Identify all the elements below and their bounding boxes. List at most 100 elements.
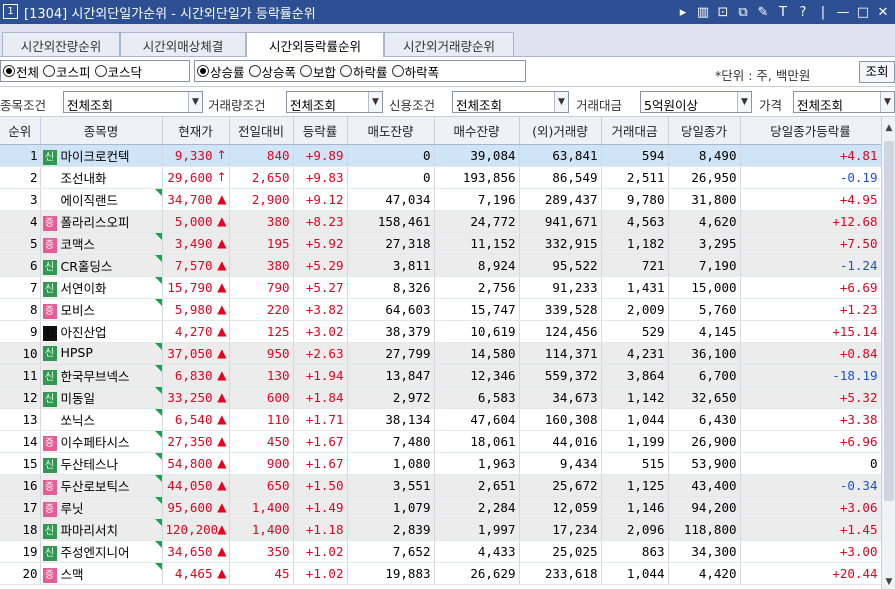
radio-dot <box>391 65 404 77</box>
query-button[interactable]: 조회 <box>859 61 895 83</box>
table-row[interactable]: 11 신 한국무브넥스 6,830 ▲ 130 +1.94 13,847 12,346 559,3… <box>0 364 882 387</box>
table-row[interactable]: 2 조선내화 29,600 ↑ 2,650 +9.83 0 193,856 86,549 2,51… <box>0 166 882 189</box>
minimize-icon[interactable]: — <box>835 5 851 20</box>
vertical-scrollbar[interactable]: ▲ ▼ <box>881 117 895 589</box>
help-icon[interactable]: ? <box>795 5 811 20</box>
column-header[interactable]: 매도잔량 <box>347 117 435 145</box>
stock-name-cell[interactable]: 에이직랜드 <box>40 188 163 211</box>
scroll-down-icon[interactable]: ▼ <box>883 577 895 587</box>
stock-name-cell[interactable]: 증 루닛 <box>40 496 163 519</box>
chevron-down-icon[interactable]: ▼ <box>737 92 751 112</box>
column-header[interactable]: 매수잔량 <box>434 117 520 145</box>
scroll-thumb[interactable] <box>884 141 894 501</box>
amount-condition-select[interactable]: 5억원이상 ▼ <box>640 91 752 113</box>
screen-icon[interactable]: ▥ <box>695 5 711 20</box>
stock-name-cell[interactable]: 신 두산테스나 <box>40 452 163 475</box>
column-header[interactable]: 당일종가 <box>668 117 741 145</box>
table-row[interactable]: 8 증 모비스 5,980 ▲ 220 +3.82 64,603 15,747 339,528 2,… <box>0 298 882 321</box>
volume-condition-select[interactable]: 전체조회 ▼ <box>286 91 383 113</box>
credit-badge: 신 <box>42 346 57 361</box>
link-window-icon[interactable]: ⊡ <box>715 5 731 20</box>
stock-name-cell[interactable]: 신 주성엔지니어 <box>40 540 163 563</box>
chevron-down-icon[interactable]: ▼ <box>188 92 202 112</box>
stock-name-cell[interactable]: 신 미동일 <box>40 386 163 409</box>
radio-kosdaq[interactable]: 코스닥 <box>94 62 142 81</box>
stock-name-cell[interactable]: 신 HPSP <box>40 342 163 365</box>
tab-aftermarket-volume-rank[interactable]: 시간외거래량순위 <box>384 32 514 56</box>
table-row[interactable]: 17 증 루닛 95,600 ▲ 1,400 +1.49 1,079 2,284 12,059 1,… <box>0 496 882 519</box>
chevron-down-icon[interactable]: ▼ <box>554 92 568 112</box>
column-header[interactable]: 거래대금 <box>601 117 669 145</box>
column-header[interactable]: 순위 <box>0 117 41 145</box>
maximize-icon[interactable]: □ <box>855 5 871 20</box>
chevron-down-icon[interactable]: ▼ <box>880 92 894 112</box>
radio-fall-amount[interactable]: 하락폭 <box>391 62 439 81</box>
tab-aftermarket-remaining[interactable]: 시간외잔량순위 <box>2 32 120 56</box>
rate-cell: +1.71 <box>293 408 348 431</box>
table-row[interactable]: 13 쏘닉스 6,540 ▲ 110 +1.71 38,134 47,604 160,308 1,… <box>0 408 882 431</box>
amount-cell: 594 <box>601 144 669 167</box>
column-header[interactable]: 등락률 <box>293 117 348 145</box>
current-price: 7,570 <box>174 257 213 273</box>
table-row[interactable]: 7 신 서연이화 15,790 ▲ 790 +5.27 8,326 2,756 91,233 1,4… <box>0 276 882 299</box>
column-header[interactable]: 전일대비 <box>229 117 294 145</box>
table-row[interactable]: 19 신 주성엔지니어 34,650 ▲ 350 +1.02 7,652 4,433 25,025… <box>0 540 882 563</box>
stock-name-cell[interactable]: 증 두산로보틱스 <box>40 474 163 497</box>
stock-name-cell[interactable]: 증 코맥스 <box>40 232 163 255</box>
scroll-up-icon[interactable]: ▲ <box>883 123 895 133</box>
stock-name-cell[interactable]: 조선내화 <box>40 166 163 189</box>
stock-name-cell[interactable]: 증 폴라리스오피 <box>40 210 163 233</box>
stock-name-cell[interactable]: 신 파마리서치 <box>40 518 163 541</box>
copy-window-icon[interactable]: ⧉ <box>735 5 751 20</box>
radio-kospi[interactable]: 코스피 <box>43 62 91 81</box>
column-header[interactable]: 현재가 <box>162 117 230 145</box>
settings-icon[interactable]: ✎ <box>755 5 771 20</box>
current-price-cell: 15,790 ▲ <box>162 276 230 299</box>
radio-dot <box>43 65 56 77</box>
font-size-icon[interactable]: T <box>775 5 791 20</box>
item-condition-select[interactable]: 전체조회 ▼ <box>63 91 203 113</box>
table-row[interactable]: 20 증 스맥 4,465 ▲ 45 +1.02 19,883 26,629 233,618 1,0… <box>0 562 882 585</box>
close-icon[interactable]: ✕ <box>875 5 891 20</box>
stock-name-cell[interactable]: 신 한국무브넥스 <box>40 364 163 387</box>
stock-name: 스맥 <box>60 566 84 582</box>
price-condition-select[interactable]: 전체조회 ▼ <box>793 91 895 113</box>
tab-aftermarket-rate-rank[interactable]: 시간외등락률순위 <box>246 32 384 57</box>
chevron-down-icon[interactable]: ▼ <box>368 92 382 112</box>
table-row[interactable]: 10 신 HPSP 37,050 ▲ 950 +2.63 27,799 14,580 114,37… <box>0 342 882 365</box>
table-row[interactable]: 9 신 아진산업 4,270 ▲ 125 +3.02 38,379 10,619 124,456 5… <box>0 320 882 343</box>
table-row[interactable]: 3 에이직랜드 34,700 ▲ 2,900 +9.12 47,034 7,196 289,43… <box>0 188 882 211</box>
table-row[interactable]: 4 증 폴라리스오피 5,000 ▲ 380 +8.23 158,461 24,772 941,6… <box>0 210 882 233</box>
table-row[interactable]: 15 신 두산테스나 54,800 ▲ 900 +1.67 1,080 1,963 9,434 51… <box>0 452 882 475</box>
stock-name-cell[interactable]: 증 스맥 <box>40 562 163 585</box>
table-row[interactable]: 5 증 코맥스 3,490 ▲ 195 +5.92 27,318 11,152 332,915 1,… <box>0 232 882 255</box>
stock-name-cell[interactable]: 신 아진산업 <box>40 320 163 343</box>
table-row[interactable]: 1 신 마이크로컨텍 9,330 ↑ 840 +9.89 0 39,084 63,841 594 8,… <box>0 144 882 167</box>
bid-remaining-cell: 24,772 <box>434 210 520 233</box>
stock-name: 쏘닉스 <box>60 412 96 428</box>
table-row[interactable]: 14 증 이수페타시스 27,350 ▲ 450 +1.67 7,480 18,061 44,01… <box>0 430 882 453</box>
stock-name-cell[interactable]: 증 이수페타시스 <box>40 430 163 453</box>
credit-condition-select[interactable]: 전체조회 ▼ <box>452 91 569 113</box>
radio-fall-rate[interactable]: 하락률 <box>340 62 388 81</box>
stock-name-cell[interactable]: 신 서연이화 <box>40 276 163 299</box>
stock-name-cell[interactable]: 쏘닉스 <box>40 408 163 431</box>
stock-name-cell[interactable]: 신 CR홀딩스 <box>40 254 163 277</box>
expand-icon[interactable]: ▸ <box>675 5 691 20</box>
radio-rise-rate[interactable]: 상승률 <box>197 62 245 81</box>
tab-aftermarket-trades[interactable]: 시간외매상체결 <box>120 32 246 56</box>
ask-remaining-cell: 27,318 <box>347 232 435 255</box>
credit-badge: 증 <box>42 303 57 319</box>
radio-all-market[interactable]: 전체 <box>3 62 39 81</box>
table-row[interactable]: 16 증 두산로보틱스 44,050 ▲ 650 +1.50 3,551 2,651 25,672… <box>0 474 882 497</box>
radio-rise-amount[interactable]: 상승폭 <box>248 62 296 81</box>
radio-unchanged[interactable]: 보합 <box>300 62 336 81</box>
table-row[interactable]: 12 신 미동일 33,250 ▲ 600 +1.84 2,972 6,583 34,673 1,1… <box>0 386 882 409</box>
stock-name-cell[interactable]: 증 모비스 <box>40 298 163 321</box>
table-row[interactable]: 18 신 파마리서치 120,200 ▲ 1,400 +1.18 2,839 1,997 17,2… <box>0 518 882 541</box>
table-row[interactable]: 6 신 CR홀딩스 7,570 ▲ 380 +5.29 3,811 8,924 95,522 721… <box>0 254 882 277</box>
column-header[interactable]: 종목명 <box>40 117 163 145</box>
column-header[interactable]: 당일종가등락률 <box>740 117 882 145</box>
column-header[interactable]: (외)거래량 <box>519 117 602 145</box>
stock-name-cell[interactable]: 신 마이크로컨텍 <box>40 144 163 167</box>
